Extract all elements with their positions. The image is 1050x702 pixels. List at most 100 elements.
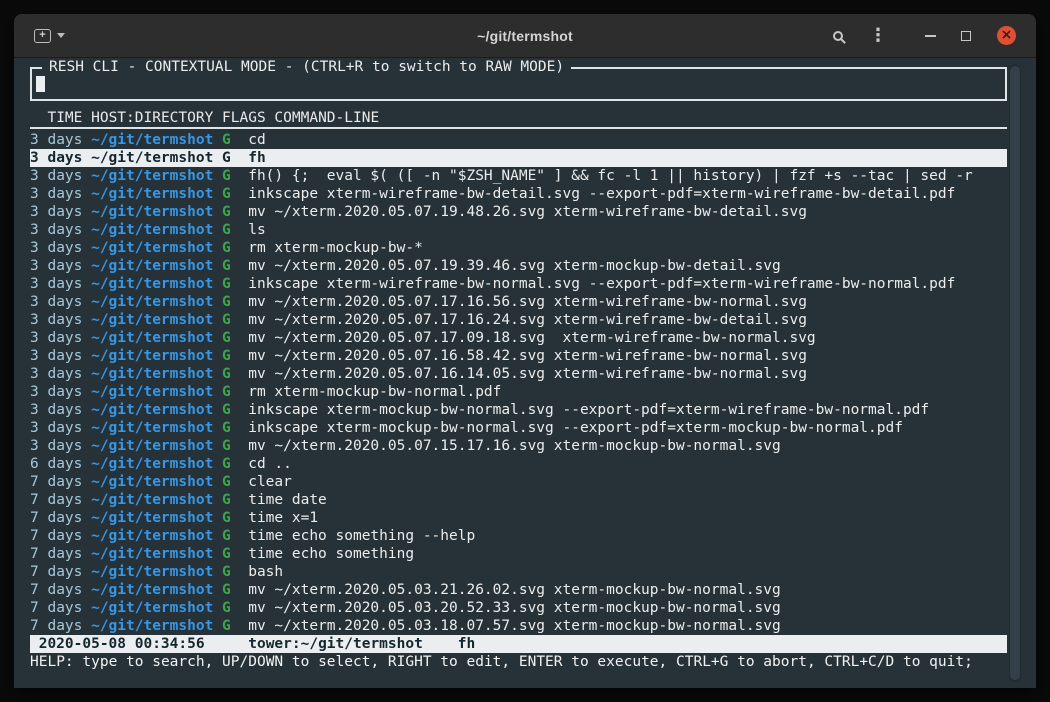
history-row[interactable]: 7 days~/git/termshotGmv ~/xterm.2020.05.… xyxy=(30,581,1007,599)
cell-time: 3 days xyxy=(30,311,91,329)
cell-host: ~/git/termshot xyxy=(91,257,222,275)
menu-button[interactable]: ⋮ xyxy=(865,23,891,49)
resh-search-input[interactable]: RESH CLI - CONTEXTUAL MODE - (CTRL+R to … xyxy=(30,67,1007,101)
cell-host: ~/git/termshot xyxy=(91,221,222,239)
cell-flag: G xyxy=(222,329,248,347)
history-row[interactable]: 7 days~/git/termshotGmv ~/xterm.2020.05.… xyxy=(30,599,1007,617)
cell-cmd: fh xyxy=(248,149,265,167)
history-row[interactable]: 3 days~/git/termshotGmv ~/xterm.2020.05.… xyxy=(30,257,1007,275)
cell-flag: G xyxy=(222,617,248,635)
cell-host: ~/git/termshot xyxy=(91,275,222,293)
history-row[interactable]: 3 days~/git/termshotGinkscape xterm-wire… xyxy=(30,275,1007,293)
history-row[interactable]: 3 days~/git/termshotGrm xterm-mockup-bw-… xyxy=(30,239,1007,257)
cell-host: ~/git/termshot xyxy=(91,437,222,455)
cell-host: ~/git/termshot xyxy=(91,239,222,257)
cell-time: 3 days xyxy=(30,239,91,257)
cell-time: 3 days xyxy=(30,365,91,383)
history-table-header: TIME HOST:DIRECTORY FLAGS COMMAND-LINE xyxy=(30,109,1007,129)
cell-flag: G xyxy=(222,275,248,293)
resh-mode-label: RESH CLI - CONTEXTUAL MODE - (CTRL+R to … xyxy=(42,58,571,76)
cell-host: ~/git/termshot xyxy=(91,473,222,491)
history-row[interactable]: 3 days~/git/termshotGmv ~/xterm.2020.05.… xyxy=(30,311,1007,329)
cell-host: ~/git/termshot xyxy=(91,599,222,617)
cell-host: ~/git/termshot xyxy=(91,131,222,149)
history-row[interactable]: 7 days~/git/termshotGclear xyxy=(30,473,1007,491)
cell-flag: G xyxy=(222,419,248,437)
cell-host: ~/git/termshot xyxy=(91,203,222,221)
cell-cmd: clear xyxy=(248,473,292,491)
cell-time: 7 days xyxy=(30,617,91,635)
cell-host: ~/git/termshot xyxy=(91,527,222,545)
cell-cmd: bash xyxy=(248,563,283,581)
history-list: 3 days~/git/termshotGcd3 days~/git/terms… xyxy=(30,131,1007,635)
cell-time: 3 days xyxy=(30,347,91,365)
history-row[interactable]: 3 days~/git/termshotGmv ~/xterm.2020.05.… xyxy=(30,347,1007,365)
search-button[interactable] xyxy=(825,23,851,49)
history-row[interactable]: 6 days~/git/termshotGcd .. xyxy=(30,455,1007,473)
history-row[interactable]: 3 days~/git/termshotGinkscape xterm-mock… xyxy=(30,419,1007,437)
new-tab-button[interactable]: + xyxy=(34,29,65,43)
history-row[interactable]: 3 days~/git/termshotGrm xterm-mockup-bw-… xyxy=(30,383,1007,401)
close-button[interactable]: × xyxy=(997,26,1016,45)
cell-flag: G xyxy=(222,401,248,419)
history-row[interactable]: 3 days~/git/termshotGmv ~/xterm.2020.05.… xyxy=(30,437,1007,455)
restore-button[interactable] xyxy=(953,23,979,49)
status-bar: 2020-05-08 00:34:56tower:~/git/termshotf… xyxy=(30,635,1007,653)
history-row[interactable]: 3 days~/git/termshotGcd xyxy=(30,131,1007,149)
cell-host: ~/git/termshot xyxy=(91,563,222,581)
history-row[interactable]: 7 days~/git/termshotGtime echo something xyxy=(30,545,1007,563)
history-row[interactable]: 3 days~/git/termshotGfh() {; eval $( ([ … xyxy=(30,167,1007,185)
history-row[interactable]: 3 days~/git/termshotGmv ~/xterm.2020.05.… xyxy=(30,293,1007,311)
cell-cmd: cd xyxy=(248,131,265,149)
cell-cmd: time echo something xyxy=(248,545,414,563)
cell-cmd: mv ~/xterm.2020.05.07.17.09.18.svg xterm… xyxy=(248,329,815,347)
history-row[interactable]: 7 days~/git/termshotGtime date xyxy=(30,491,1007,509)
cell-time: 3 days xyxy=(30,203,91,221)
status-datetime: 2020-05-08 00:34:56 xyxy=(39,636,205,652)
scrollbar-thumb[interactable] xyxy=(1010,66,1020,680)
cell-cmd: fh() {; eval $( ([ -n "$ZSH_NAME" ] && f… xyxy=(248,167,973,185)
cell-host: ~/git/termshot xyxy=(91,401,222,419)
cell-time: 7 days xyxy=(30,509,91,527)
cell-host: ~/git/termshot xyxy=(91,185,222,203)
history-row[interactable]: 3 days~/git/termshotGmv ~/xterm.2020.05.… xyxy=(30,203,1007,221)
terminal-screen[interactable]: RESH CLI - CONTEXTUAL MODE - (CTRL+R to … xyxy=(14,58,1036,688)
cell-flag: G xyxy=(222,203,248,221)
cell-host: ~/git/termshot xyxy=(91,455,222,473)
history-row[interactable]: 7 days~/git/termshotGmv ~/xterm.2020.05.… xyxy=(30,617,1007,635)
help-line: HELP: type to search, UP/DOWN to select,… xyxy=(30,653,1007,671)
history-row[interactable]: 3 days~/git/termshotGmv ~/xterm.2020.05.… xyxy=(30,329,1007,347)
text-cursor xyxy=(36,76,45,92)
status-command: fh xyxy=(458,636,475,652)
history-row[interactable]: 3 days~/git/termshotGinkscape xterm-wire… xyxy=(30,185,1007,203)
cell-cmd: inkscape xterm-wireframe-bw-detail.svg -… xyxy=(248,185,955,203)
cell-cmd: inkscape xterm-wireframe-bw-normal.svg -… xyxy=(248,275,955,293)
cell-time: 6 days xyxy=(30,455,91,473)
cell-flag: G xyxy=(222,437,248,455)
minimize-button[interactable] xyxy=(917,23,943,49)
cell-flag: G xyxy=(222,509,248,527)
history-row[interactable]: 7 days~/git/termshotGbash xyxy=(30,563,1007,581)
new-tab-icon: + xyxy=(34,29,51,43)
cell-flag: G xyxy=(222,185,248,203)
cell-time: 7 days xyxy=(30,527,91,545)
history-row[interactable]: 3 days~/git/termshotGinkscape xterm-mock… xyxy=(30,401,1007,419)
search-icon xyxy=(833,31,843,41)
history-row[interactable]: 7 days~/git/termshotGtime x=1 xyxy=(30,509,1007,527)
history-row[interactable]: 3 days~/git/termshotGls xyxy=(30,221,1007,239)
cell-time: 7 days xyxy=(30,599,91,617)
titlebar[interactable]: + ~/git/termshot ⋮ × xyxy=(14,14,1036,58)
kebab-menu-icon: ⋮ xyxy=(869,25,887,46)
history-row[interactable]: 3 days~/git/termshotGmv ~/xterm.2020.05.… xyxy=(30,365,1007,383)
cell-cmd: mv ~/xterm.2020.05.07.17.16.24.svg xterm… xyxy=(248,311,807,329)
cell-flag: G xyxy=(222,581,248,599)
cell-time: 3 days xyxy=(30,131,91,149)
history-row-selected[interactable]: 3 days~/git/termshotGfh xyxy=(30,149,1007,167)
scrollbar[interactable] xyxy=(1009,64,1021,682)
cell-flag: G xyxy=(222,239,248,257)
cell-cmd: inkscape xterm-mockup-bw-normal.svg --ex… xyxy=(248,419,903,437)
cell-host: ~/git/termshot xyxy=(91,617,222,635)
cell-flag: G xyxy=(222,599,248,617)
history-row[interactable]: 7 days~/git/termshotGtime echo something… xyxy=(30,527,1007,545)
cell-time: 3 days xyxy=(30,437,91,455)
